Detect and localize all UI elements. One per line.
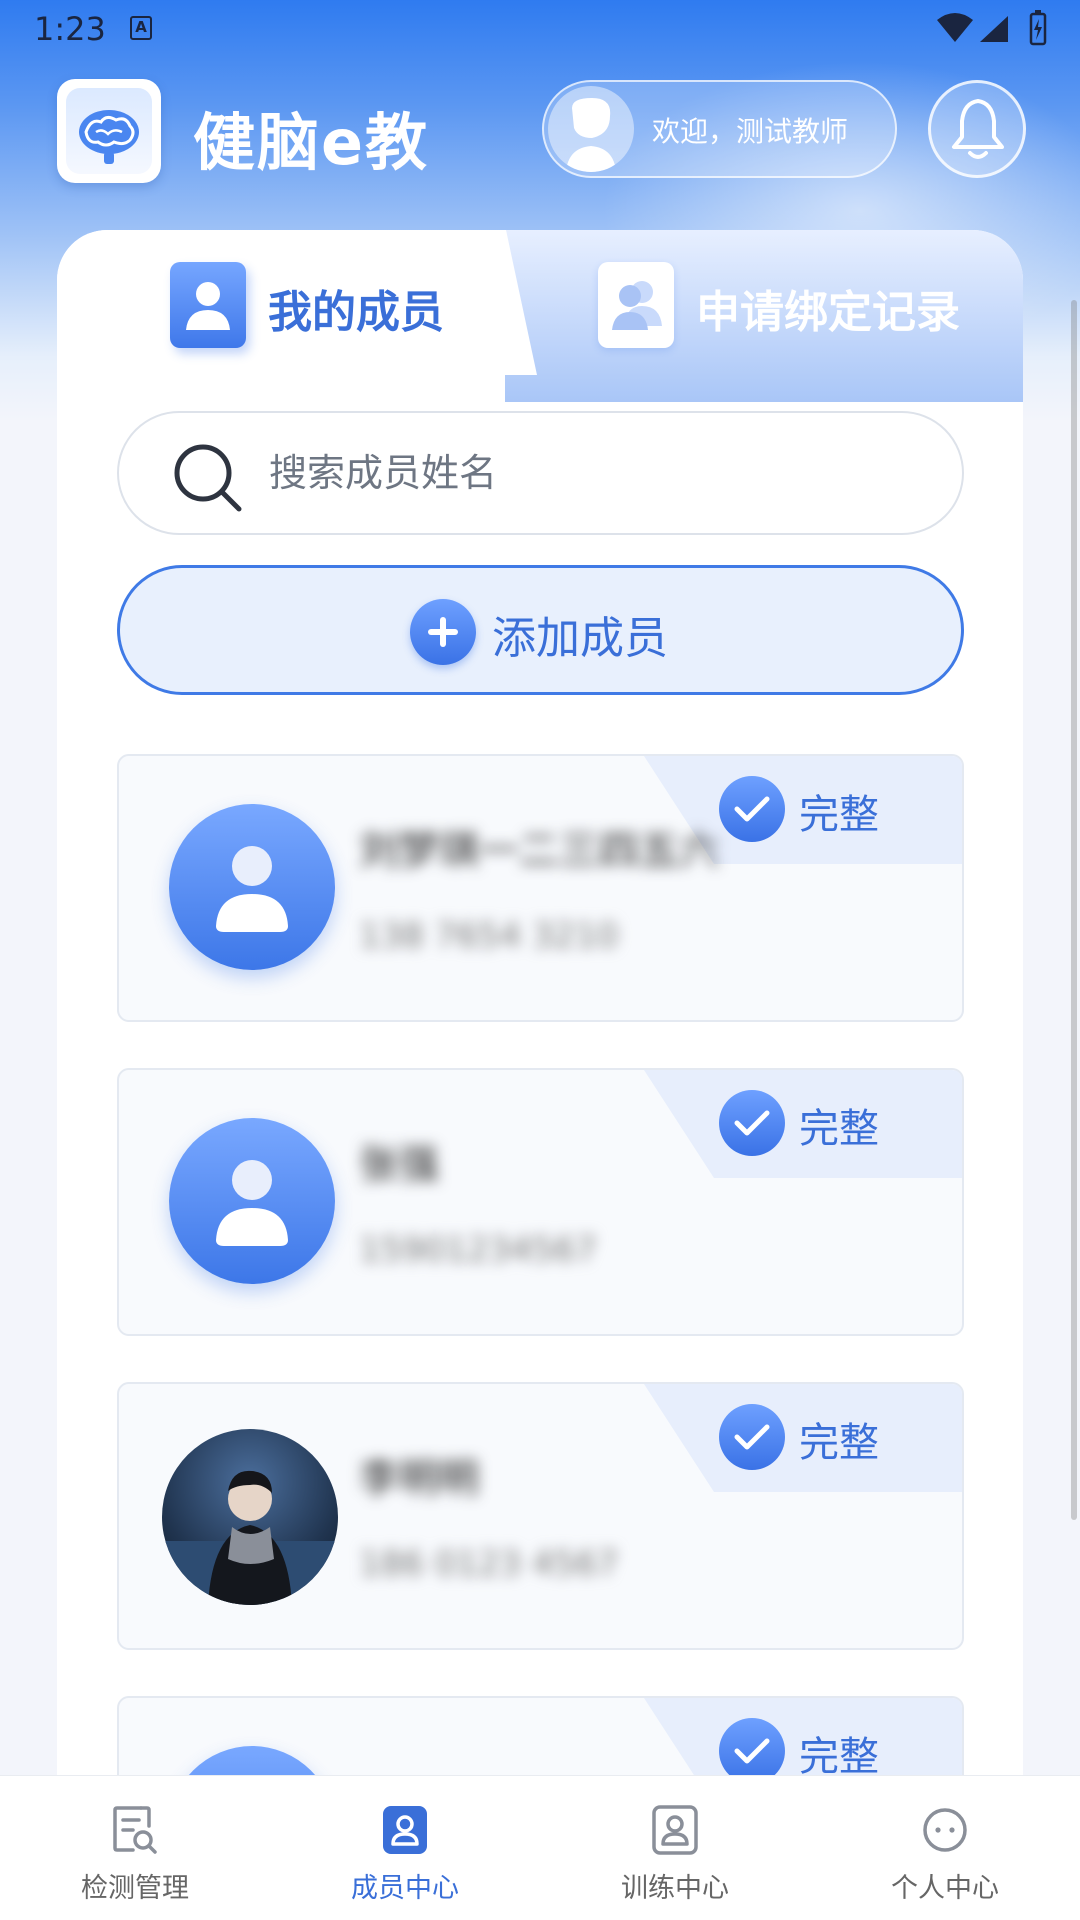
battery-icon: [1029, 10, 1047, 46]
person-icon: [216, 846, 288, 932]
nav-item-training[interactable]: 训练中心: [540, 1776, 810, 1920]
nav-label: 训练中心: [621, 1873, 729, 1904]
wifi-icon: [937, 13, 973, 42]
group-users-icon: [598, 262, 674, 348]
member-name: 刘梦琪一二三四五六: [359, 828, 719, 874]
person-icon: [216, 1160, 288, 1246]
status-bar: 1:23 A: [0, 0, 1080, 60]
notification-button[interactable]: [928, 80, 1026, 178]
profile-face-icon: [923, 1808, 967, 1852]
user-avatar: [548, 86, 634, 172]
status-label: 完整: [799, 792, 879, 838]
scrollbar[interactable]: [1071, 300, 1077, 1520]
bottom-nav: 检测管理 成员中心 训练中心 个人中心: [0, 1775, 1080, 1920]
search-bar[interactable]: [117, 411, 964, 535]
status-time: 1:23: [34, 10, 106, 48]
search-input[interactable]: [269, 443, 909, 503]
tab-bind-records[interactable]: 申请绑定记录: [598, 260, 998, 350]
check-icon: [719, 776, 785, 842]
status-badge: 完整: [644, 1384, 962, 1492]
member-name: 李明明: [359, 1456, 479, 1502]
plus-icon: [410, 599, 476, 665]
training-user-icon: [652, 1805, 698, 1855]
user-silhouette-icon: [566, 98, 616, 172]
nav-label: 个人中心: [891, 1873, 999, 1904]
nav-item-member-center[interactable]: 成员中心: [270, 1776, 540, 1920]
tab-my-members[interactable]: 我的成员: [170, 260, 500, 350]
report-search-icon: [113, 1806, 157, 1854]
brain-icon: [79, 110, 139, 164]
member-avatar: [169, 1118, 335, 1284]
add-member-button[interactable]: 添加成员: [117, 565, 964, 695]
tab-bind-records-label: 申请绑定记录: [696, 287, 960, 338]
member-card[interactable]: 完整 刘梦琪一二三四五六 138 7654 3210: [117, 754, 964, 1022]
nav-label: 检测管理: [81, 1873, 189, 1904]
member-name: 张强: [359, 1142, 439, 1188]
status-label: 完整: [799, 1734, 879, 1780]
search-icon: [174, 444, 242, 512]
status-label: 完整: [799, 1106, 879, 1152]
add-member-label: 添加成员: [492, 613, 668, 664]
signal-icon: [980, 16, 1008, 42]
welcome-profile-button[interactable]: 欢迎，测试教师: [542, 80, 897, 178]
member-avatar: [169, 804, 335, 970]
tab-my-members-label: 我的成员: [268, 287, 444, 338]
member-card[interactable]: 完整 李明明 186 0123 4567: [117, 1382, 964, 1650]
member-photo-avatar: [162, 1429, 338, 1605]
check-icon: [719, 1090, 785, 1156]
member-phone: 186 0123 4567: [359, 1544, 619, 1584]
status-label: 完整: [799, 1420, 879, 1466]
bell-icon: [952, 99, 1004, 159]
status-badge: 完整: [644, 1070, 962, 1178]
member-phone: 138 7654 3210: [359, 916, 619, 956]
member-badge-icon: [383, 1806, 427, 1854]
notification-a-icon: A: [130, 16, 152, 40]
app-title: 健脑e教: [193, 106, 430, 179]
photo-person-icon: [162, 1470, 338, 1605]
nav-label: 成员中心: [351, 1873, 459, 1904]
member-phone: 15901234567: [359, 1230, 597, 1270]
member-card-icon: [170, 262, 246, 348]
app-logo: [57, 79, 161, 183]
member-card[interactable]: 完整 张强 15901234567: [117, 1068, 964, 1336]
nav-item-personal[interactable]: 个人中心: [810, 1776, 1080, 1920]
nav-item-detection[interactable]: 检测管理: [0, 1776, 270, 1920]
welcome-text: 欢迎，测试教师: [652, 115, 849, 148]
check-icon: [719, 1404, 785, 1470]
